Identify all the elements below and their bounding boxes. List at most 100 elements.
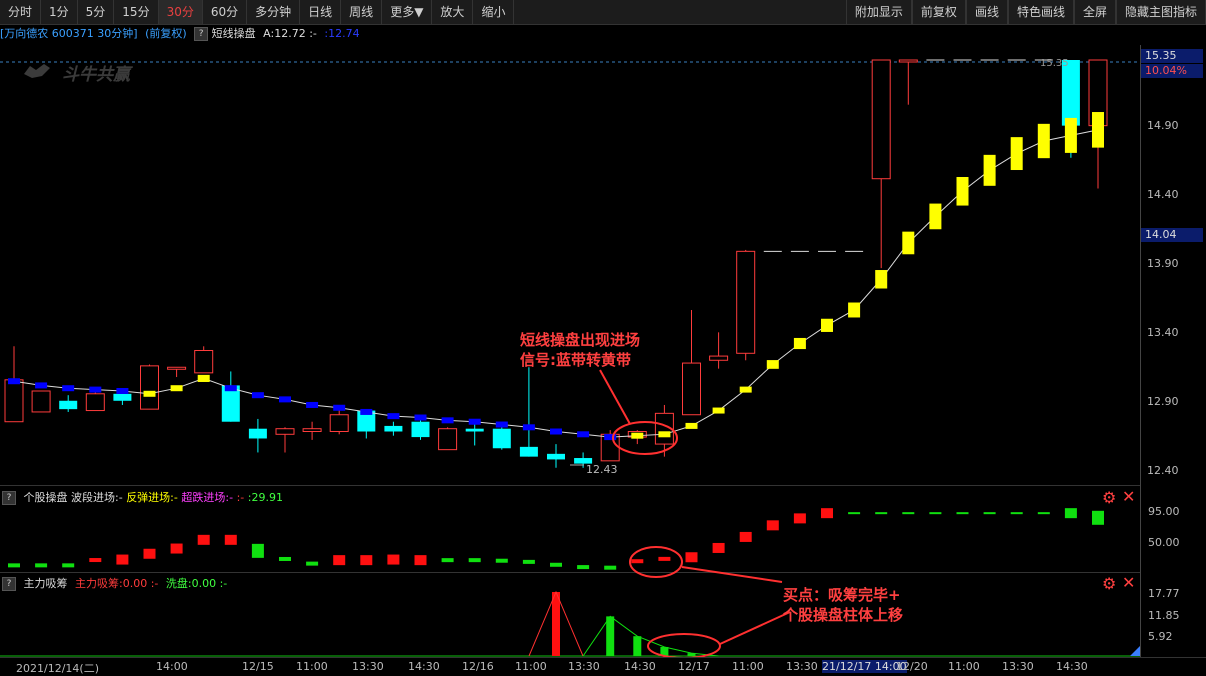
- candle-body-up: [329, 414, 349, 432]
- ribbon-block: [793, 337, 806, 350]
- candle-body-up: [302, 428, 322, 432]
- panel2-bar-red: [170, 543, 183, 554]
- ribbon-block: [821, 318, 833, 332]
- panel2-bar-green: [279, 556, 291, 561]
- ribbon-block: [685, 422, 698, 429]
- panel2-bar-red: [739, 531, 752, 542]
- time-label: 2021/12/14(二): [16, 662, 99, 675]
- annotation-buy-point: 买点：吸筹完毕+ 个股操盘柱体上移: [783, 585, 903, 625]
- price-tick: 12.90: [1147, 395, 1179, 408]
- panel3-tick-low: 5.92: [1148, 630, 1173, 643]
- panel2-bar-green: [929, 512, 942, 515]
- panel3-bar-green: [606, 616, 615, 656]
- annotation-buy-line1: 买点：吸筹完毕+: [783, 586, 901, 604]
- annotation-buy-line2: 个股操盘柱体上移: [783, 606, 904, 624]
- panel3-bar-red: [552, 592, 560, 656]
- panel2-bar-red: [631, 559, 644, 564]
- ribbon-block: [89, 386, 102, 393]
- time-label: 11:00: [515, 660, 547, 673]
- price-tick: 13.40: [1147, 326, 1179, 339]
- panel2-bar-green: [468, 558, 481, 563]
- price-tick: 14.90: [1147, 119, 1179, 132]
- candle-body-down: [492, 428, 511, 449]
- ribbon-block: [929, 203, 942, 230]
- panel2-bar-green: [522, 559, 535, 564]
- ribbon-block: [468, 418, 481, 425]
- ribbon-block: [116, 387, 129, 394]
- ribbon-block: [550, 428, 562, 435]
- time-label: 14:00: [156, 660, 188, 673]
- ribbon-block: [658, 431, 671, 438]
- candle-body-down: [547, 453, 565, 460]
- current-price-label: 14.04: [1141, 228, 1203, 242]
- time-label: 12/17: [678, 660, 710, 673]
- ribbon-block: [875, 270, 888, 289]
- ribbon-block: [143, 390, 156, 397]
- panel2-bar-red: [414, 555, 427, 566]
- panel2-bar-red: [89, 558, 102, 563]
- ribbon-block: [522, 424, 535, 431]
- candle-body-up: [194, 349, 214, 374]
- candle-body-down: [113, 393, 132, 401]
- ribbon-block: [956, 177, 969, 206]
- panel2-bar-green: [441, 558, 454, 563]
- time-axis: 2021/12/14(二) 14:00 12/15 11:00 13:30 14:30 12…: [0, 657, 1206, 676]
- top-pct-label: 10.04%: [1141, 64, 1203, 78]
- panel2-bar-red: [658, 556, 671, 561]
- candle-body-down: [519, 446, 538, 457]
- top-price-label: 15.35: [1141, 49, 1203, 63]
- panel2-bar-red: [116, 554, 129, 565]
- time-label: 13:30: [1002, 660, 1034, 673]
- annotation-entry-line1: 短线操盘出现进场: [520, 331, 641, 349]
- price-axis: 14.90 14.40 13.90 13.40 12.90 12.40: [1140, 45, 1206, 657]
- candle-body-down: [384, 425, 403, 432]
- time-label: 12/15: [242, 660, 274, 673]
- time-label: 13:30: [568, 660, 600, 673]
- ribbon-block: [35, 382, 48, 389]
- low-price-marker: 12.43: [586, 463, 618, 476]
- ribbon-block: [631, 432, 644, 439]
- time-label: 14:30: [408, 660, 440, 673]
- ribbon-block: [441, 417, 454, 424]
- ribbon-block: [1037, 123, 1050, 159]
- ribbon-block: [360, 408, 373, 415]
- candle-body-down: [59, 400, 78, 410]
- panel2-bar-red: [793, 513, 806, 524]
- price-tick: 14.40: [1147, 188, 1179, 201]
- candle-body-up: [167, 366, 187, 370]
- ribbon-block: [170, 385, 183, 392]
- annotation-pointer: [599, 369, 631, 425]
- candle-body-up: [4, 379, 24, 423]
- panel2-bar-green: [983, 512, 996, 515]
- candle-body-up: [898, 59, 918, 63]
- panel2-bar-green: [1037, 512, 1050, 515]
- panel2-bar-red: [197, 534, 210, 545]
- time-label: 14:30: [624, 660, 656, 673]
- time-label: 11:00: [732, 660, 764, 673]
- ribbon-block: [387, 413, 400, 420]
- ribbon-block: [766, 360, 779, 369]
- price-chart[interactable]: [0, 0, 1140, 657]
- ribbon-block: [279, 396, 291, 403]
- panel2-bar-red: [685, 552, 698, 563]
- panel3-tick-high: 17.77: [1148, 587, 1180, 600]
- ribbon-block: [333, 404, 346, 411]
- candle-body-up: [682, 362, 701, 416]
- panel2-bar-green: [8, 563, 20, 568]
- panel2-bar-red: [143, 548, 156, 559]
- ribbon-block: [197, 374, 210, 382]
- ribbon-block: [577, 431, 590, 438]
- ribbon-block: [306, 401, 319, 408]
- ribbon-block: [1010, 137, 1023, 171]
- ribbon-block: [983, 154, 996, 186]
- ribbon-block: [414, 414, 427, 421]
- price-tick: 13.90: [1147, 257, 1179, 270]
- ribbon-block: [1064, 117, 1077, 153]
- panel2-bar-red: [333, 555, 346, 566]
- panel2-bar-green: [1092, 510, 1104, 525]
- candle-body-up: [438, 428, 458, 451]
- panel3-tick-mid: 11.85: [1148, 609, 1180, 622]
- panel2-bar-red: [712, 542, 725, 553]
- panel2-bar-green: [35, 563, 48, 568]
- ribbon-block: [1092, 112, 1104, 148]
